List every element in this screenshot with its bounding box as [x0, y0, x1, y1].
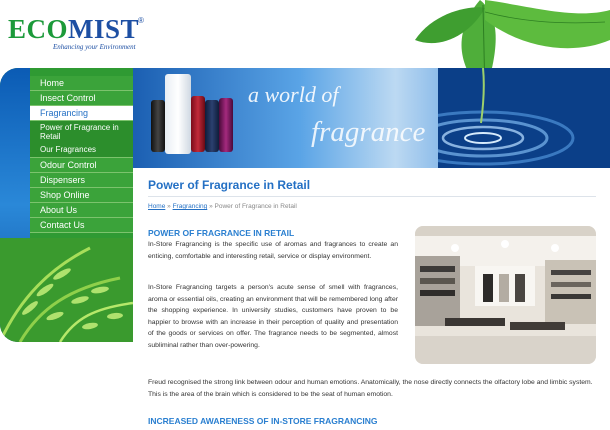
- nav-home[interactable]: Home: [30, 76, 133, 91]
- aerosol-can-navy: [205, 100, 219, 152]
- paragraph-freud: Freud recognised the strong link between…: [148, 379, 593, 398]
- nav-contact-us[interactable]: Contact Us: [30, 218, 133, 233]
- breadcrumb: Home » Fragrancing » Power of Fragrance …: [148, 203, 297, 210]
- dispenser-unit: [165, 74, 191, 154]
- banner-line2: fragrance: [311, 116, 426, 148]
- retail-store-photo: [415, 226, 596, 364]
- breadcrumb-separator: »: [165, 203, 173, 210]
- fern-leaves-graphic: [0, 238, 133, 342]
- paragraph-intro: In-Store Fragrancing is the specific use…: [148, 241, 398, 260]
- nav-dispensers[interactable]: Dispensers: [30, 173, 133, 188]
- sidebar-nav: Home Insect Control Fragrancing Power of…: [30, 76, 133, 233]
- breadcrumb-home[interactable]: Home: [148, 203, 165, 210]
- hero-banner: a world of fragrance: [133, 68, 610, 168]
- nav-odour-control[interactable]: Odour Control: [30, 158, 133, 173]
- aerosol-can-black: [151, 100, 165, 152]
- breadcrumb-current: Power of Fragrance in Retail: [214, 203, 297, 210]
- logo-tagline: Enhancing your Environment: [53, 43, 136, 51]
- nav-insect-control[interactable]: Insect Control: [30, 91, 133, 106]
- ecomist-logo[interactable]: ECOMIST ® Enhancing your Environment: [8, 14, 148, 54]
- breadcrumb-fragrancing[interactable]: Fragrancing: [173, 203, 208, 210]
- water-ripple-graphic: [438, 68, 610, 168]
- registered-mark: ®: [138, 16, 144, 25]
- nav-our-fragrances[interactable]: Our Fragrances: [30, 143, 133, 158]
- nav-power-of-fragrance[interactable]: Power of Fragrance in Retail: [30, 121, 133, 143]
- section-heading-awareness: INCREASED AWARENESS OF IN-STORE FRAGRANC…: [148, 416, 378, 426]
- page-title: Power of Fragrance in Retail: [148, 178, 311, 192]
- nav-shop-online[interactable]: Shop Online: [30, 188, 133, 203]
- nav-about-us[interactable]: About Us: [30, 203, 133, 218]
- sidebar: Home Insect Control Fragrancing Power of…: [0, 68, 133, 342]
- aerosol-can-red: [191, 96, 205, 152]
- breadcrumb-separator: »: [207, 203, 215, 210]
- nav-fragrancing[interactable]: Fragrancing: [30, 106, 133, 121]
- aerosol-can-purple: [219, 98, 233, 152]
- section-heading-power: POWER OF FRAGRANCE IN RETAIL: [148, 228, 295, 238]
- paragraph-sense-of-smell: In-Store Fragrancing targets a person's …: [148, 284, 398, 349]
- logo-wordmark: ECOMIST: [8, 14, 140, 44]
- banner-line1: a world of: [248, 82, 339, 107]
- title-divider: [148, 196, 596, 197]
